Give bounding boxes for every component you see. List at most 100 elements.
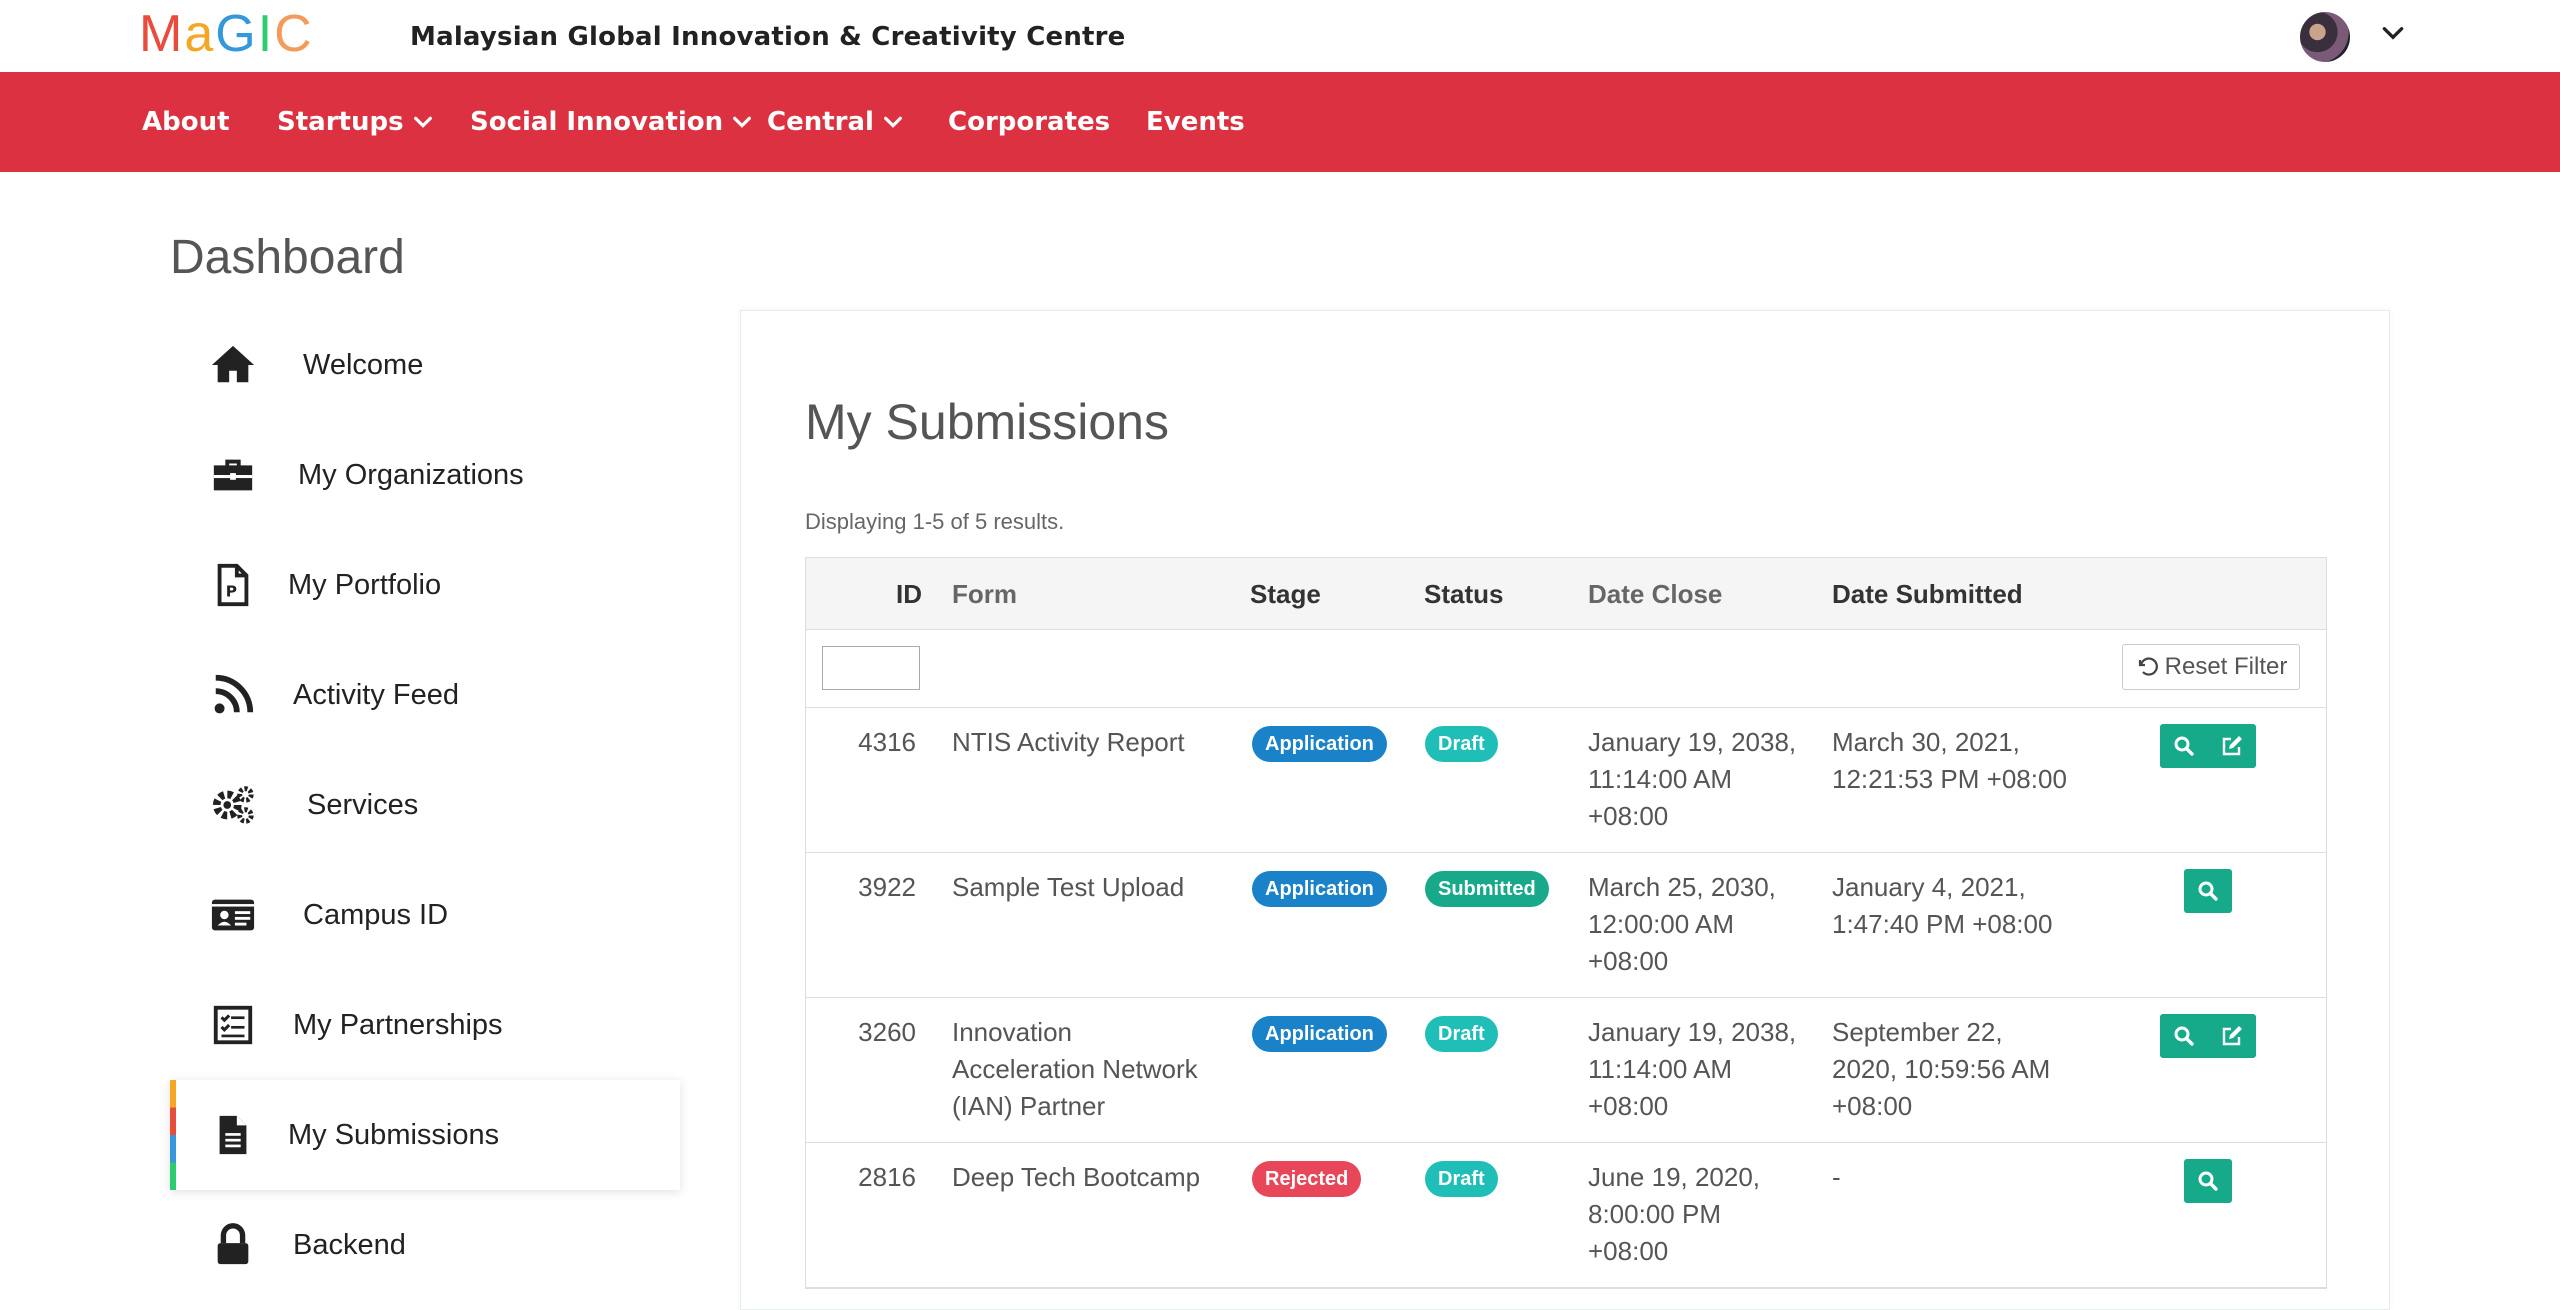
nav-corporates[interactable]: Corporates bbox=[948, 72, 1110, 172]
logo-letter: M bbox=[139, 5, 185, 63]
column-header-date-submitted[interactable]: Date Submitted bbox=[1832, 558, 2023, 630]
status-badge: Submitted bbox=[1425, 871, 1549, 907]
checklist-icon bbox=[208, 1000, 258, 1050]
date-line: March 30, 2021, bbox=[1832, 727, 2020, 757]
edit-button[interactable] bbox=[2208, 1014, 2256, 1058]
view-button[interactable] bbox=[2184, 869, 2232, 913]
row-date-close: January 19, 2038, 11:14:00 AM +08:00 bbox=[1588, 724, 1796, 835]
id-filter-input[interactable] bbox=[822, 646, 920, 690]
nav-about[interactable]: About bbox=[142, 72, 230, 172]
nav-social-innovation[interactable]: Social Innovation bbox=[470, 72, 753, 172]
row-actions bbox=[2160, 1014, 2256, 1058]
nav-startups[interactable]: Startups bbox=[277, 72, 434, 172]
table-row: 3260 Innovation Acceleration Network (IA… bbox=[806, 998, 2326, 1143]
sidebar-item-my-partnerships[interactable]: My Partnerships bbox=[170, 970, 680, 1080]
nav-label: Startups bbox=[277, 107, 404, 137]
chevron-down-icon bbox=[733, 116, 752, 128]
column-header-status[interactable]: Status bbox=[1424, 558, 1503, 630]
sidebar-item-label: Activity Feed bbox=[293, 678, 459, 711]
row-form: Deep Tech Bootcamp bbox=[952, 1162, 1201, 1192]
nav-label: Corporates bbox=[948, 107, 1111, 137]
sidebar-item-campus-id[interactable]: Campus ID bbox=[170, 860, 680, 970]
row-form: NTIS Activity Report bbox=[952, 727, 1185, 757]
results-summary: Displaying 1-5 of 5 results. bbox=[805, 509, 1065, 534]
portfolio-file-icon: P bbox=[208, 560, 258, 610]
date-line: 11:14:00 AM bbox=[1588, 764, 1733, 794]
sidebar-item-services[interactable]: Services bbox=[170, 750, 680, 860]
column-header-form[interactable]: Form bbox=[952, 558, 1017, 630]
date-line: June 19, 2020, bbox=[1588, 1162, 1761, 1192]
sidebar-item-label: My Partnerships bbox=[293, 1008, 503, 1041]
submissions-table: ID Form Stage Status Date Close Date Sub… bbox=[805, 557, 2327, 1289]
avatar[interactable] bbox=[2300, 12, 2350, 62]
sidebar-item-label: My Portfolio bbox=[288, 568, 442, 601]
nav-label: About bbox=[142, 107, 230, 137]
sidebar-item-backend[interactable]: Backend bbox=[170, 1190, 680, 1300]
date-line: September 22, bbox=[1832, 1017, 2003, 1047]
document-icon bbox=[208, 1110, 258, 1160]
logo-letter: a bbox=[184, 5, 216, 63]
stage-badge: Application bbox=[1252, 1016, 1387, 1052]
id-card-icon bbox=[208, 890, 258, 940]
date-line: 2020, 10:59:56 AM bbox=[1832, 1054, 2051, 1084]
row-form: Innovation Acceleration Network (IAN) Pa… bbox=[952, 1014, 1198, 1125]
nav-label: Central bbox=[767, 107, 874, 137]
rss-icon bbox=[208, 670, 258, 720]
table-header: ID Form Stage Status Date Close Date Sub… bbox=[806, 558, 2326, 630]
main-nav: About Startups Social Innovation Central… bbox=[0, 72, 2560, 172]
edit-button[interactable] bbox=[2208, 724, 2256, 768]
date-line: +08:00 bbox=[1588, 801, 1669, 831]
magic-logo[interactable]: M a G I C bbox=[139, 5, 314, 63]
lock-icon bbox=[208, 1220, 258, 1270]
table-row: 3922 Sample Test Upload Application Subm… bbox=[806, 853, 2326, 998]
date-line: 12:00:00 AM bbox=[1588, 909, 1734, 939]
row-id: 3922 bbox=[858, 872, 916, 902]
date-line: 12:21:53 PM +08:00 bbox=[1832, 764, 2067, 794]
row-actions bbox=[2184, 1159, 2232, 1203]
row-date-close: June 19, 2020, 8:00:00 PM +08:00 bbox=[1588, 1159, 1760, 1270]
logo-letter: C bbox=[274, 5, 314, 63]
view-button[interactable] bbox=[2184, 1159, 2232, 1203]
logo-letter: G bbox=[215, 5, 258, 63]
column-header-date-close[interactable]: Date Close bbox=[1588, 558, 1722, 630]
column-header-stage[interactable]: Stage bbox=[1250, 558, 1321, 630]
form-line: Innovation bbox=[952, 1017, 1072, 1047]
view-button[interactable] bbox=[2160, 724, 2208, 768]
sidebar-item-my-portfolio[interactable]: P My Portfolio bbox=[170, 530, 680, 640]
sidebar-item-label: Backend bbox=[293, 1228, 406, 1261]
row-actions bbox=[2160, 724, 2256, 768]
reset-filter-button[interactable]: Reset Filter bbox=[2122, 644, 2300, 690]
sidebar-item-my-organizations[interactable]: My Organizations bbox=[170, 420, 680, 530]
view-button[interactable] bbox=[2160, 1014, 2208, 1058]
table-row: 4316 NTIS Activity Report Application Dr… bbox=[806, 708, 2326, 853]
edit-icon bbox=[2222, 1026, 2242, 1046]
reset-filter-label: Reset Filter bbox=[2164, 653, 2288, 680]
row-date-submitted: September 22, 2020, 10:59:56 AM +08:00 bbox=[1832, 1014, 2050, 1125]
stage-badge: Application bbox=[1252, 871, 1387, 907]
page-title: My Submissions bbox=[805, 394, 1169, 450]
row-actions bbox=[2184, 869, 2232, 913]
sidebar-item-activity-feed[interactable]: Activity Feed bbox=[170, 640, 680, 750]
column-header-id[interactable]: ID bbox=[806, 558, 922, 630]
search-icon bbox=[2174, 1026, 2194, 1046]
edit-icon bbox=[2222, 736, 2242, 756]
chevron-down-icon[interactable] bbox=[2380, 20, 2406, 46]
row-id: 4316 bbox=[858, 727, 916, 757]
brand-name: Malaysian Global Innovation & Creativity… bbox=[410, 22, 1126, 52]
date-line: 11:14:00 AM bbox=[1588, 1054, 1733, 1084]
status-badge: Draft bbox=[1425, 1161, 1498, 1197]
dashboard-title: Dashboard bbox=[170, 231, 405, 284]
row-date-submitted: March 30, 2021, 12:21:53 PM +08:00 bbox=[1832, 724, 2067, 798]
row-date-submitted: - bbox=[1832, 1159, 1841, 1196]
search-icon bbox=[2198, 881, 2218, 901]
active-indicator bbox=[170, 1080, 176, 1190]
date-line: +08:00 bbox=[1588, 946, 1669, 976]
sidebar-item-welcome[interactable]: Welcome bbox=[170, 310, 680, 420]
search-icon bbox=[2198, 1171, 2218, 1191]
date-line: January 19, 2038, bbox=[1588, 727, 1797, 757]
nav-events[interactable]: Events bbox=[1146, 72, 1245, 172]
date-line: 8:00:00 PM bbox=[1588, 1199, 1721, 1229]
table-row: 2816 Deep Tech Bootcamp Rejected Draft J… bbox=[806, 1143, 2326, 1288]
sidebar-item-my-submissions[interactable]: My Submissions bbox=[170, 1080, 680, 1190]
nav-central[interactable]: Central bbox=[767, 72, 904, 172]
